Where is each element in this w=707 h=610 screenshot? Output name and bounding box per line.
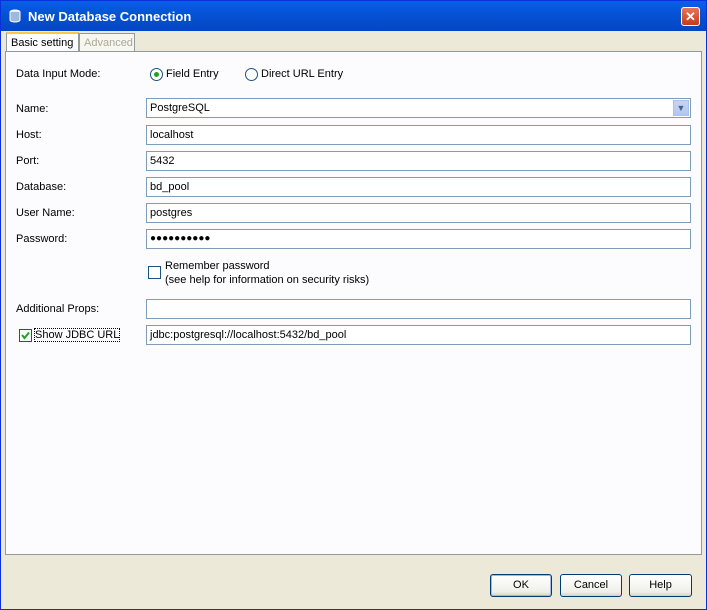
data-input-mode-label: Data Input Mode: [16, 68, 101, 80]
remember-password-note: (see help for information on security ri… [165, 274, 370, 286]
remember-password-checkbox[interactable] [148, 266, 161, 279]
checkmark-icon [21, 331, 30, 340]
password-input[interactable]: ●●●●●●●●●● [146, 229, 691, 249]
show-jdbc-url-label[interactable]: Show JDBC URL [33, 328, 121, 342]
tab-advanced[interactable]: Advanced [79, 33, 135, 51]
title-bar[interactable]: New Database Connection ✕ [1, 1, 706, 31]
close-button[interactable]: ✕ [681, 7, 700, 26]
port-input[interactable]: 5432 [146, 151, 691, 171]
show-jdbc-url-checkbox[interactable] [19, 329, 32, 342]
user-name-label: User Name: [16, 207, 75, 219]
name-select-value: PostgreSQL [150, 102, 210, 114]
password-label: Password: [16, 233, 68, 245]
ok-button[interactable]: OK [490, 574, 552, 597]
cancel-button[interactable]: Cancel [560, 574, 622, 597]
tab-basic-setting[interactable]: Basic setting [6, 32, 79, 52]
remember-password-label[interactable]: Remember password [165, 260, 270, 272]
field-entry-label[interactable]: Field Entry [166, 68, 219, 80]
direct-url-entry-radio[interactable] [245, 68, 258, 81]
name-dropdown-button[interactable]: ▼ [673, 100, 689, 116]
dialog-window: New Database Connection ✕ Basic setting … [0, 0, 707, 610]
chevron-down-icon: ▼ [676, 103, 686, 113]
radio-selected-dot [154, 72, 159, 77]
host-label: Host: [16, 129, 42, 141]
direct-url-entry-label[interactable]: Direct URL Entry [261, 68, 343, 80]
database-input[interactable]: bd_pool [146, 177, 691, 197]
help-button[interactable]: Help [629, 574, 692, 597]
port-label: Port: [16, 155, 40, 167]
name-select[interactable]: PostgreSQL ▼ [146, 98, 691, 118]
database-label: Database: [16, 181, 67, 193]
additional-props-label: Additional Props: [16, 303, 100, 315]
jdbc-url-input[interactable]: jdbc:postgresql://localhost:5432/bd_pool [146, 325, 691, 345]
field-entry-radio[interactable] [150, 68, 163, 81]
user-name-input[interactable]: postgres [146, 203, 691, 223]
host-input[interactable]: localhost [146, 125, 691, 145]
database-icon [9, 9, 21, 23]
name-label: Name: [16, 103, 49, 115]
additional-props-input[interactable] [146, 299, 691, 319]
close-icon: ✕ [685, 9, 696, 24]
window-title: New Database Connection [28, 9, 192, 24]
